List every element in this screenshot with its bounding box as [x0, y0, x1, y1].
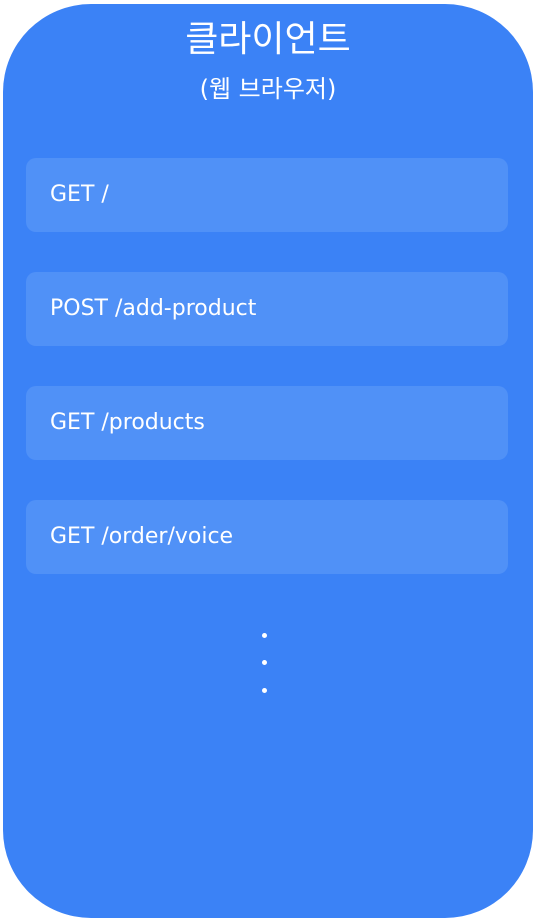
- route-item: GET /products: [26, 386, 508, 460]
- client-title: 클라이언트: [185, 19, 351, 60]
- route-item: POST /add-product: [26, 272, 508, 346]
- client-subtitle: (웹 브라우저): [199, 75, 337, 103]
- client-panel: [3, 4, 533, 918]
- ellipsis-dot: [262, 660, 267, 665]
- ellipsis-dot: [262, 633, 267, 638]
- ellipsis-dot: [262, 688, 267, 693]
- vertical-ellipsis-icon: [0, 622, 536, 702]
- route-item: GET /: [26, 158, 508, 232]
- route-item: GET /order/voice: [26, 500, 508, 574]
